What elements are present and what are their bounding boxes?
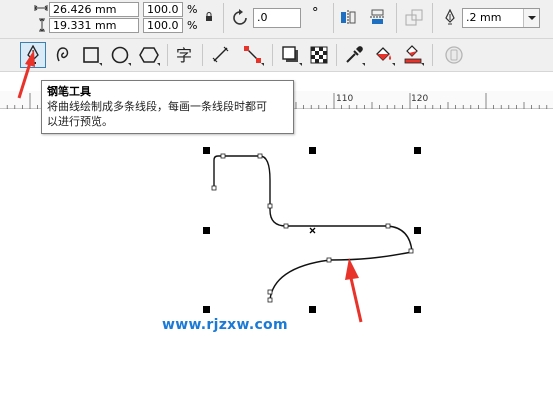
flyout-indicator xyxy=(299,63,302,66)
text-tool-icon: 字 xyxy=(176,46,192,65)
text-tool-button[interactable]: 字 xyxy=(172,42,198,68)
rectangle-tool-button[interactable] xyxy=(78,42,104,68)
watermark-text: www.rjzxw.com xyxy=(162,317,288,333)
selection-handle[interactable] xyxy=(203,306,210,313)
path-nodes xyxy=(211,153,414,303)
path-node[interactable] xyxy=(267,203,273,209)
tooltip-description-line1: 将曲线绘制成多条线段，每画一条线段时都可 xyxy=(47,100,267,113)
disabled-tool-button[interactable] xyxy=(441,42,467,68)
transparency-tool-button[interactable] xyxy=(306,42,332,68)
degree-label: ° xyxy=(312,6,319,21)
rotation-field[interactable]: .0 xyxy=(253,8,301,28)
path-node[interactable] xyxy=(408,248,414,254)
flyout-indicator xyxy=(392,63,395,66)
selection-handle[interactable] xyxy=(414,147,421,154)
disabled-circle-icon xyxy=(445,46,463,64)
svg-text:字: 字 xyxy=(176,46,192,65)
parallel-dimension-tool-button[interactable] xyxy=(208,42,234,68)
annotation-arrow-icon xyxy=(345,258,363,323)
drop-shadow-tool-button[interactable] xyxy=(278,42,304,68)
connector-tool-button[interactable] xyxy=(240,42,266,68)
tooltip-title: 钢笔工具 xyxy=(47,85,91,98)
lock-ratio-icon[interactable] xyxy=(205,12,213,21)
mirror-vertical-icon[interactable] xyxy=(369,9,386,26)
eyedropper-icon xyxy=(346,46,363,63)
path-node[interactable] xyxy=(220,153,226,159)
drawing-surface xyxy=(203,147,421,323)
separator xyxy=(432,44,433,66)
flyout-indicator xyxy=(421,63,424,66)
annotation-arrow-icon xyxy=(17,50,35,99)
scale-y-field[interactable]: 100.0 xyxy=(143,18,183,33)
path-node[interactable] xyxy=(385,223,391,229)
percent-y-label: % xyxy=(187,19,198,32)
flyout-indicator xyxy=(128,63,131,66)
toolbox: 字 xyxy=(0,38,553,72)
selection-handle[interactable] xyxy=(309,147,316,154)
selection-handle[interactable] xyxy=(203,227,210,234)
flyout-indicator xyxy=(157,63,160,66)
height-field[interactable]: 19.331 mm xyxy=(49,18,139,33)
separator xyxy=(167,44,168,66)
drop-shadow-icon xyxy=(282,46,298,62)
tooltip-description-line2: 以进行预览。 xyxy=(47,115,113,128)
path-start-node[interactable] xyxy=(211,185,217,191)
convert-icon[interactable] xyxy=(405,9,423,27)
outline-width-dropdown[interactable] xyxy=(523,9,539,27)
dimension-icon xyxy=(212,46,229,63)
rectangle-icon xyxy=(83,47,99,63)
paint-bucket-icon xyxy=(376,47,391,61)
separator xyxy=(272,44,273,66)
bspline-icon xyxy=(56,47,69,62)
separator xyxy=(396,3,397,33)
width-icon xyxy=(34,5,48,11)
path-node[interactable] xyxy=(283,223,289,229)
path-node[interactable] xyxy=(257,153,263,159)
ellipse-icon xyxy=(111,46,129,64)
ruler-label-120: 120 xyxy=(411,94,428,104)
center-marker-icon xyxy=(309,227,316,234)
selection-handle[interactable] xyxy=(309,306,316,313)
ellipse-tool-button[interactable] xyxy=(107,42,133,68)
flyout-indicator xyxy=(362,63,365,66)
width-field[interactable]: 26.426 mm xyxy=(49,2,139,17)
flyout-indicator xyxy=(99,63,102,66)
drawn-path[interactable] xyxy=(213,155,413,301)
flyout-indicator xyxy=(261,63,264,66)
percent-x-label: % xyxy=(187,3,198,16)
property-bar: 26.426 mm 19.331 mm 100.0 100.0 % % .0 °… xyxy=(0,0,553,38)
selection-handle[interactable] xyxy=(414,227,421,234)
smart-fill-icon xyxy=(404,45,422,64)
scale-x-field[interactable]: 100.0 xyxy=(143,2,183,17)
polygon-icon xyxy=(139,47,159,63)
drawing-canvas[interactable]: www.rjzxw.com xyxy=(0,110,553,400)
path-node[interactable] xyxy=(267,289,273,295)
transparency-checker-icon xyxy=(310,46,328,64)
separator xyxy=(432,3,433,33)
mirror-horizontal-icon[interactable] xyxy=(340,9,357,26)
separator xyxy=(333,3,334,33)
ruler-label-110: 110 xyxy=(336,94,353,104)
separator xyxy=(202,44,203,66)
selection-handle[interactable] xyxy=(414,306,421,313)
path-end-node[interactable] xyxy=(267,297,273,303)
height-icon xyxy=(39,18,45,32)
dropdown-arrow-icon xyxy=(528,16,536,20)
rotation-icon xyxy=(233,9,247,25)
selection-handle[interactable] xyxy=(203,147,210,154)
interactive-fill-tool-button[interactable] xyxy=(371,42,397,68)
bspline-tool-button[interactable] xyxy=(50,42,76,68)
smart-fill-tool-button[interactable] xyxy=(400,42,426,68)
path-node[interactable] xyxy=(326,257,332,263)
separator xyxy=(223,3,224,33)
color-eyedropper-tool-button[interactable] xyxy=(341,42,367,68)
tooltip: 钢笔工具 将曲线绘制成多条线段，每画一条线段时都可 以进行预览。 xyxy=(41,80,294,134)
outline-pen-icon xyxy=(445,9,455,25)
connector-icon xyxy=(244,46,261,63)
polygon-tool-button[interactable] xyxy=(136,42,162,68)
separator xyxy=(336,44,337,66)
